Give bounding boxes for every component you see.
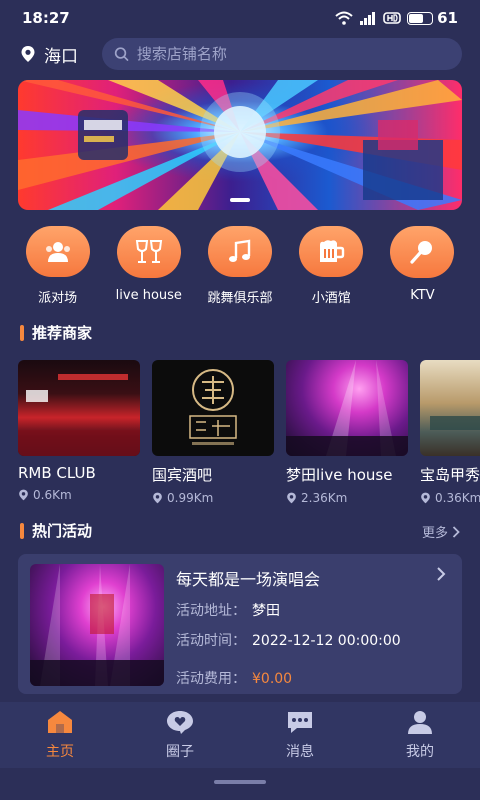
merchant-card[interactable]: RMB CLUB 0.6Km [18, 360, 140, 510]
location-pin-icon [421, 492, 430, 504]
hot-events-section-title: 热门活动 [20, 520, 92, 541]
top-bar: 海口 [0, 36, 480, 72]
search-bar[interactable] [102, 38, 462, 70]
tab-home[interactable]: 主页 [15, 709, 105, 761]
battery-icon [407, 11, 434, 25]
event-fee: ¥0.00 [252, 671, 293, 687]
category-tavern[interactable]: 小酒馆 [286, 226, 377, 306]
hd-icon [383, 12, 401, 24]
category-dance-club[interactable]: 跳舞俱乐部 [194, 226, 285, 306]
merchant-distance: 0.99Km [152, 491, 274, 505]
event-address-row: 活动地址： 梦田 [176, 603, 280, 619]
bottom-tab-bar: 主页 圈子 消息 我的 [0, 702, 480, 768]
status-time: 18:27 [22, 9, 70, 27]
chat-bubble-icon [288, 712, 312, 733]
merchant-photo [18, 360, 140, 456]
merchant-distance: 0.6Km [18, 488, 140, 502]
merchant-card[interactable]: 梦田live house 2.36Km [286, 360, 408, 510]
merchant-card[interactable]: 宝岛甲秀 0.36Km [420, 360, 480, 510]
tab-messages[interactable]: 消息 [255, 709, 345, 761]
category-live-house[interactable]: live house [103, 226, 194, 306]
chevron-right-icon [452, 525, 460, 538]
event-title: 每天都是一场演唱会 [176, 570, 321, 589]
category-row: 派对场 live house 跳舞俱乐部 小酒馆 KTV [0, 226, 480, 306]
merchant-list[interactable]: RMB CLUB 0.6Km 国宾酒吧 0.99Km 梦田live house … [18, 360, 480, 510]
event-time-row: 活动时间： 2022-12-12 00:00:00 [176, 633, 401, 649]
category-ktv[interactable]: KTV [377, 226, 468, 306]
battery-level: 61 [437, 9, 458, 27]
banner-artwork [18, 80, 462, 210]
merchant-photo [152, 360, 274, 456]
category-label: live house [115, 288, 182, 303]
tab-label: 我的 [406, 744, 434, 760]
party-people-icon [25, 226, 90, 277]
merchant-name: 梦田live house [286, 466, 393, 484]
status-icons: 61 [335, 9, 458, 27]
merchant-photo [420, 360, 480, 456]
location-pin-icon [153, 492, 162, 504]
microphone-icon [390, 226, 455, 278]
tab-label: 圈子 [166, 744, 194, 760]
heart-bubble-icon [167, 711, 193, 734]
merchant-distance: 0.36Km [420, 491, 480, 505]
user-icon [408, 711, 432, 734]
home-indicator[interactable] [214, 780, 266, 784]
location-pin-icon [287, 492, 296, 504]
event-address: 梦田 [252, 603, 280, 619]
tab-label: 主页 [46, 744, 74, 760]
event-card[interactable]: 每天都是一场演唱会 活动地址： 梦田 活动时间： 2022-12-12 00:00:… [18, 554, 462, 694]
wifi-icon [335, 11, 353, 25]
city-label: 海口 [44, 46, 78, 67]
event-photo [30, 564, 164, 686]
category-label: 跳舞俱乐部 [207, 291, 273, 306]
status-bar: 18:27 61 [0, 0, 480, 36]
location-selector[interactable]: 海口 [20, 42, 102, 67]
merchant-distance: 2.36Km [286, 491, 408, 505]
event-time: 2022-12-12 00:00:00 [252, 633, 401, 649]
merchant-name: RMB CLUB [18, 464, 96, 482]
location-pin-icon [19, 489, 28, 501]
banner-page-indicator [230, 198, 250, 202]
search-input[interactable] [136, 45, 450, 63]
merchant-photo [286, 360, 408, 456]
music-note-icon [208, 226, 272, 277]
tab-circle[interactable]: 圈子 [135, 709, 225, 761]
tab-label: 消息 [286, 744, 314, 760]
category-label: KTV [410, 288, 435, 303]
beer-mug-icon [299, 226, 364, 277]
recommended-section-title: 推荐商家 [20, 322, 92, 343]
event-details: 每天都是一场演唱会 活动地址： 梦田 活动时间： 2022-12-12 00:00:… [176, 564, 450, 687]
merchant-card[interactable]: 国宾酒吧 0.99Km [152, 360, 274, 510]
location-pin-icon [21, 46, 35, 62]
category-label: 派对场 [38, 291, 78, 306]
category-label: 小酒馆 [311, 291, 351, 306]
category-party[interactable]: 派对场 [12, 226, 103, 306]
home-icon [48, 711, 72, 733]
promo-banner[interactable] [18, 80, 462, 210]
merchant-name: 国宾酒吧 [152, 466, 213, 484]
search-icon [114, 47, 129, 61]
chevron-right-icon [437, 567, 446, 581]
merchant-logo [189, 369, 237, 445]
merchant-name: 宝岛甲秀 [420, 466, 480, 484]
tab-profile[interactable]: 我的 [375, 709, 465, 761]
event-fee-row: 活动费用： ¥0.00 [176, 671, 293, 687]
more-events-link[interactable]: 更多 [422, 522, 460, 541]
signal-icon [360, 12, 376, 25]
wine-glasses-icon [116, 226, 181, 278]
battery-indicator: 61 [407, 9, 458, 27]
